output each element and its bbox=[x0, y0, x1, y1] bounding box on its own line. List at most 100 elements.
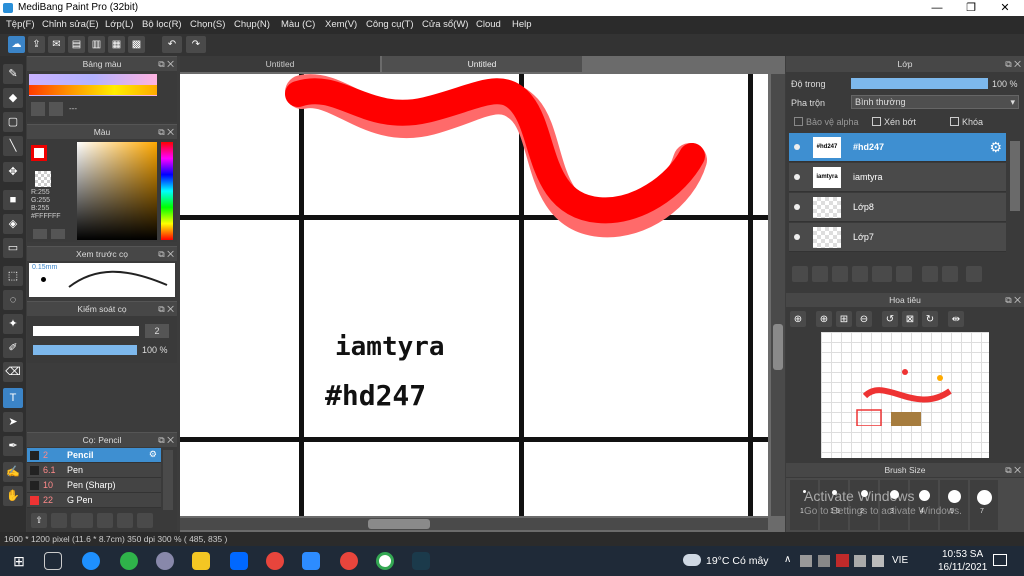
menu-layer[interactable]: Lớp(L) bbox=[105, 19, 133, 30]
new-1bit-layer-icon[interactable] bbox=[852, 266, 868, 282]
app-globe-icon[interactable] bbox=[156, 552, 174, 570]
palette-swatches-bottom[interactable] bbox=[29, 85, 157, 95]
brush-folder-icon[interactable] bbox=[117, 513, 133, 528]
menu-window[interactable]: Cửa sổ(W) bbox=[422, 19, 468, 30]
protect-alpha-checkbox[interactable] bbox=[794, 117, 803, 126]
zoom-icon[interactable] bbox=[302, 552, 320, 570]
menu-help[interactable]: Help bbox=[512, 19, 532, 30]
tray-icon[interactable] bbox=[818, 555, 830, 567]
brush-list-item[interactable]: 10 Pen (Sharp) bbox=[27, 478, 161, 493]
panel-close-icon[interactable]: ⧉ ✕ bbox=[1005, 56, 1021, 72]
tray-icon[interactable] bbox=[854, 555, 866, 567]
language-indicator[interactable]: VIE bbox=[892, 555, 908, 566]
gear-icon[interactable]: ⚙ bbox=[989, 139, 1002, 156]
rotate-left-icon[interactable]: ↺ bbox=[882, 311, 898, 327]
visibility-icon[interactable] bbox=[794, 144, 800, 150]
clipping-checkbox[interactable] bbox=[872, 117, 881, 126]
tray-icon[interactable] bbox=[800, 555, 812, 567]
text-tool-icon[interactable]: T bbox=[3, 388, 23, 408]
page-icon[interactable]: ▥ bbox=[88, 36, 105, 53]
gear-icon[interactable]: ⚙ bbox=[149, 449, 157, 460]
zalo-icon[interactable] bbox=[230, 552, 248, 570]
clock-date[interactable]: 16/11/2021 bbox=[938, 562, 987, 573]
panel-close-icon[interactable]: ⧉ ✕ bbox=[1005, 293, 1021, 307]
delete-layer-icon[interactable] bbox=[966, 266, 982, 282]
add-material-icon[interactable] bbox=[872, 266, 892, 282]
brush-copy-icon[interactable] bbox=[137, 513, 153, 528]
lasso-icon[interactable]: ◌ bbox=[3, 290, 23, 310]
fill-rect-icon[interactable]: ■ bbox=[3, 190, 23, 210]
menu-view[interactable]: Xem(V) bbox=[325, 19, 357, 30]
menu-color[interactable]: Màu (C) bbox=[281, 19, 315, 30]
color-mode-icon[interactable] bbox=[33, 229, 47, 239]
visibility-icon[interactable] bbox=[794, 234, 800, 240]
navigator-preview[interactable] bbox=[821, 332, 989, 458]
minimize-button[interactable]: — bbox=[920, 0, 954, 16]
comment-icon[interactable]: ✉ bbox=[48, 36, 65, 53]
brush-list-item[interactable]: 2 Pencil ⚙ bbox=[27, 448, 161, 463]
brush-list-item[interactable]: 22 G Pen bbox=[27, 493, 161, 508]
select-pen-icon[interactable]: ✐ bbox=[3, 338, 23, 358]
brush-size-slider[interactable] bbox=[33, 326, 139, 336]
rotate-right-icon[interactable]: ↻ bbox=[922, 311, 938, 327]
panel-close-icon[interactable]: ⧉ ✕ bbox=[1005, 463, 1021, 477]
new-folder-icon[interactable] bbox=[896, 266, 912, 282]
panel-close-icon[interactable]: ⧉ ✕ bbox=[158, 57, 174, 71]
menu-select[interactable]: Chọn(S) bbox=[190, 19, 225, 30]
blend-mode-select[interactable]: Bình thường ▾ bbox=[851, 95, 1019, 109]
duplicate-layer-icon[interactable] bbox=[922, 266, 938, 282]
eraser-tool-icon[interactable]: ◆ bbox=[3, 88, 23, 108]
gradient-icon[interactable]: ▭ bbox=[3, 238, 23, 258]
merge-layer-icon[interactable] bbox=[942, 266, 958, 282]
layer-row[interactable]: #hd247 #hd247 ⚙ bbox=[789, 133, 1006, 162]
new-palette-icon[interactable] bbox=[31, 102, 45, 116]
volume-icon[interactable] bbox=[872, 555, 884, 567]
layer-row[interactable]: Lớp7 bbox=[789, 223, 1006, 252]
undo-icon[interactable]: ↶ bbox=[162, 36, 182, 53]
background-color-swatch[interactable] bbox=[35, 171, 51, 187]
brush-size-cell[interactable]: 5 bbox=[940, 480, 968, 530]
magic-wand-icon[interactable]: ✦ bbox=[3, 314, 23, 334]
drawing-canvas[interactable]: iamtyra #hd247 bbox=[180, 74, 768, 516]
hand-tool-icon[interactable]: ✋ bbox=[3, 486, 23, 506]
new-8bit-layer-icon[interactable] bbox=[832, 266, 848, 282]
canvas-horizontal-scrollbar[interactable] bbox=[180, 518, 768, 530]
horizontal-scroll-thumb[interactable] bbox=[368, 519, 430, 529]
windows-start-icon[interactable]: ⊞ bbox=[10, 552, 28, 570]
select-rect-icon[interactable]: ⬚ bbox=[3, 266, 23, 286]
rectangle-tool-icon[interactable]: ▢ bbox=[3, 112, 23, 132]
layer-list-scrollbar[interactable] bbox=[1010, 141, 1020, 211]
panel-close-icon[interactable]: ⧉ ✕ bbox=[158, 247, 174, 261]
panel-close-icon[interactable]: ⧉ ✕ bbox=[158, 125, 174, 139]
menu-edit[interactable]: Chỉnh sửa(E) bbox=[42, 19, 99, 30]
select-eraser-icon[interactable]: ⌫ bbox=[3, 362, 23, 382]
app-green-icon[interactable] bbox=[120, 552, 138, 570]
brush-tool-icon[interactable]: ✎ bbox=[3, 64, 23, 84]
menu-capture[interactable]: Chụp(N) bbox=[234, 19, 270, 30]
task-view-icon[interactable] bbox=[44, 552, 62, 570]
color-swap-icon[interactable] bbox=[51, 229, 65, 239]
brush-import-icon[interactable] bbox=[71, 513, 93, 528]
reset-view-icon[interactable]: ⊠ bbox=[902, 311, 918, 327]
delete-palette-icon[interactable] bbox=[49, 102, 63, 116]
notification-icon[interactable] bbox=[993, 554, 1007, 566]
layer-row[interactable]: iamtyra iamtyra bbox=[789, 163, 1006, 192]
chrome-active-icon[interactable] bbox=[376, 552, 394, 570]
brush-new-icon[interactable] bbox=[51, 513, 67, 528]
chrome-icon[interactable] bbox=[340, 552, 358, 570]
chrome-icon[interactable] bbox=[266, 552, 284, 570]
move-tool-icon[interactable]: ✥ bbox=[3, 162, 23, 182]
pen-nib-icon[interactable]: ✍ bbox=[3, 462, 23, 482]
clock-time[interactable]: 10:53 SA bbox=[942, 549, 983, 560]
brush-list-scrollbar[interactable] bbox=[163, 450, 173, 510]
menu-file[interactable]: Tệp(F) bbox=[6, 19, 35, 30]
vertical-scroll-thumb[interactable] bbox=[773, 324, 783, 370]
zoom-out-icon[interactable]: ⊖ bbox=[856, 311, 872, 327]
color-sv-picker[interactable] bbox=[77, 142, 157, 240]
layout-icon[interactable]: ▩ bbox=[128, 36, 145, 53]
brush-add-icon[interactable]: ⇧ bbox=[31, 513, 47, 528]
panel-close-icon[interactable]: ⧉ ✕ bbox=[158, 433, 174, 447]
share-icon[interactable]: ⇪ bbox=[28, 36, 45, 53]
file-explorer-icon[interactable] bbox=[192, 552, 210, 570]
canvas-vertical-scrollbar[interactable] bbox=[771, 74, 785, 516]
